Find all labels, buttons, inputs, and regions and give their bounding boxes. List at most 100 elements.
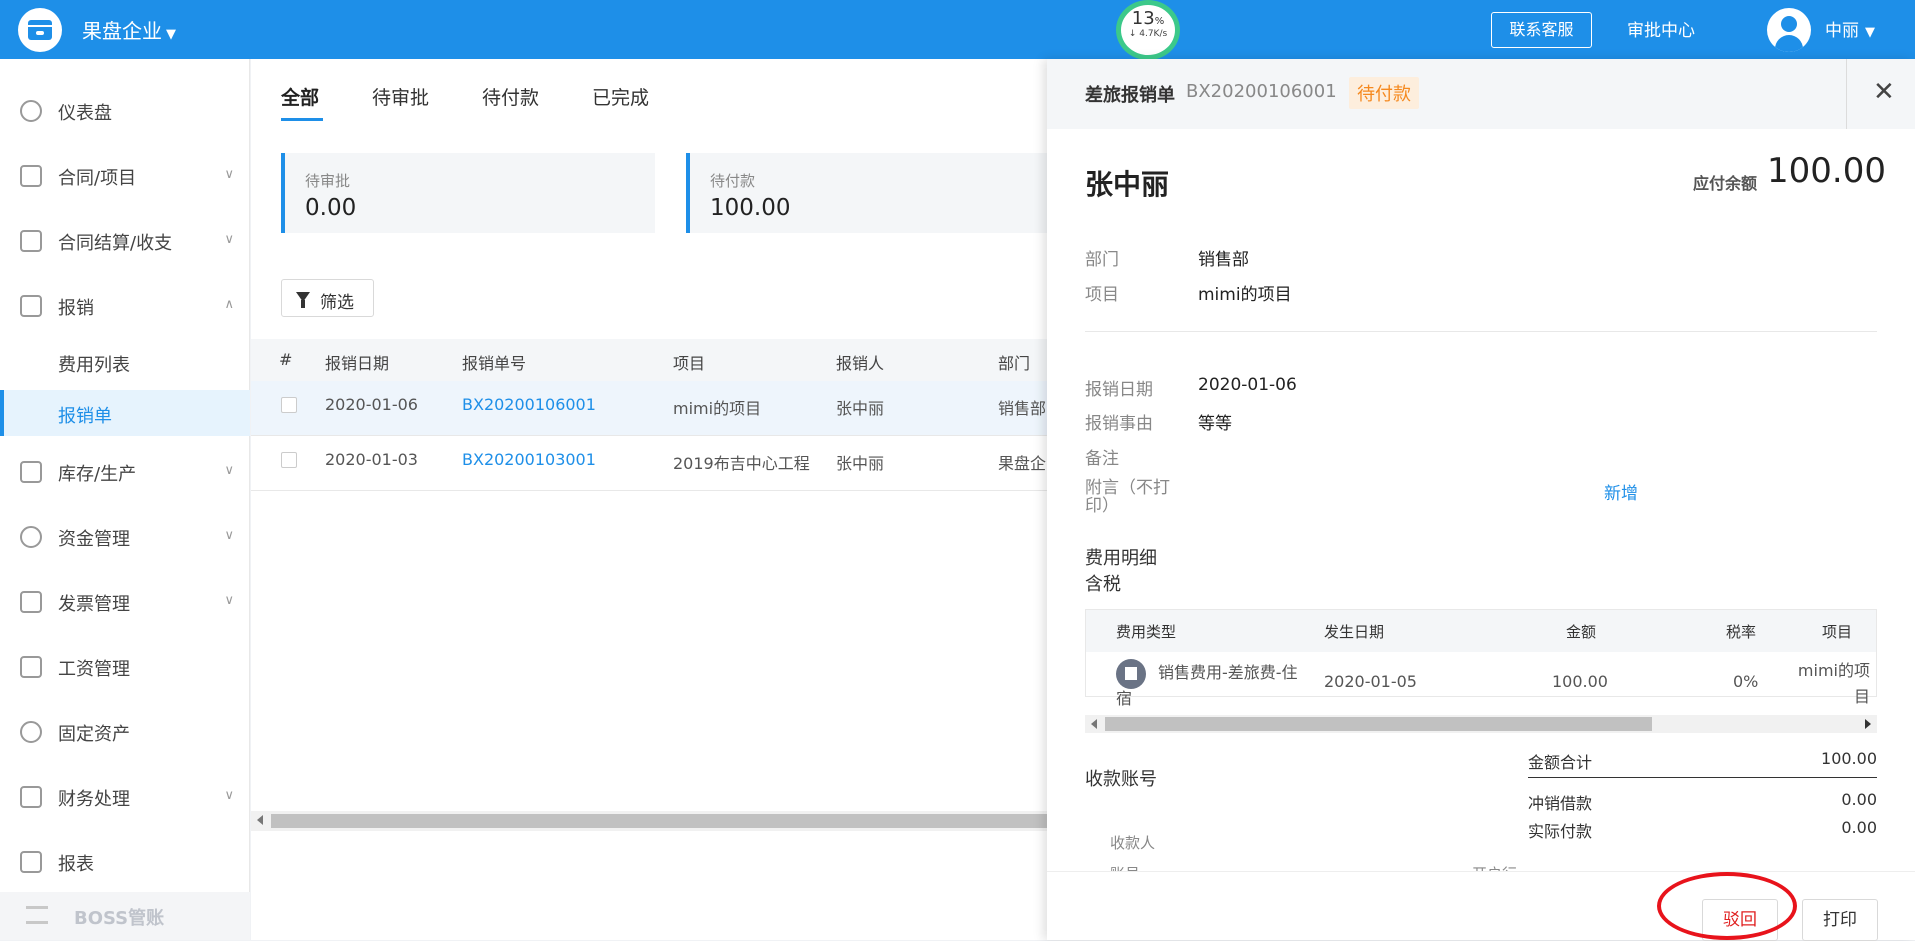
approval-center-link[interactable]: 审批中心	[1627, 16, 1695, 41]
row-checkbox[interactable]	[281, 452, 297, 468]
store-logo-icon[interactable]	[18, 8, 62, 52]
filter-button[interactable]: 筛选	[281, 279, 374, 317]
box-icon	[20, 461, 42, 483]
sidebar-item-label: 报销	[58, 298, 94, 319]
filter-icon	[296, 292, 310, 308]
column-header[interactable]: 部门	[998, 350, 1030, 374]
sidebar-item-dashboard[interactable]: 仪表盘	[0, 90, 250, 130]
summary-value: 0.00	[1841, 790, 1877, 809]
sidebar-item-reimburse[interactable]: 报销 ∧	[0, 285, 250, 325]
sidebar-item-label: 工资管理	[58, 659, 130, 680]
chevron-down-icon: ∨	[224, 528, 234, 543]
tab-pending-payment[interactable]: 待付款	[482, 83, 539, 110]
expense-section-title: 费用明细	[1085, 548, 1157, 569]
sidebar-item-invoice[interactable]: 发票管理 ∨	[0, 581, 250, 621]
sidebar-item-label: 报表	[58, 854, 94, 875]
expense-table-header: 费用类型 发生日期 金额 税率 项目	[1086, 610, 1876, 652]
user-menu[interactable]: 中丽 ▼	[1825, 16, 1875, 41]
tab-pending-approval[interactable]: 待审批	[372, 83, 429, 110]
network-percent: 13	[1131, 8, 1155, 29]
column-header[interactable]: 报销单号	[462, 350, 526, 374]
sidebar-item-settlement[interactable]: 合同结算/收支 ∨	[0, 220, 250, 260]
column-header: 发生日期	[1324, 623, 1385, 641]
expense-project: mimi的项目	[1797, 661, 1870, 706]
column-header[interactable]: 报销人	[836, 350, 884, 374]
account-number-label: 账号	[1110, 863, 1140, 871]
network-speed-widget[interactable]: 13% ↓ 4.7K/s	[1116, 0, 1180, 60]
sidebar-item-fixed-assets[interactable]: 固定资产	[0, 711, 250, 751]
collapse-menu-icon	[26, 906, 48, 924]
sidebar-item-label: 发票管理	[58, 594, 130, 615]
sidebar-item-label: 固定资产	[58, 724, 130, 745]
boss-label: BOSS管账	[74, 908, 165, 929]
contact-service-button[interactable]: 联系客服	[1491, 12, 1592, 48]
invoice-icon	[20, 591, 42, 613]
stat-value: 100.00	[710, 195, 791, 221]
print-button[interactable]: 打印	[1802, 899, 1878, 941]
add-note-link[interactable]: 新增	[1604, 479, 1638, 504]
sidebar-item-label: 合同/项目	[58, 168, 137, 189]
column-header: 项目	[1822, 623, 1853, 641]
salary-icon	[20, 656, 42, 678]
tab-all[interactable]: 全部	[281, 83, 319, 110]
summary-label: 实际付款	[1528, 822, 1593, 841]
company-switcher[interactable]: 果盘企业 ▼	[82, 15, 176, 44]
tab-completed[interactable]: 已完成	[592, 83, 649, 110]
row-dept: 销售部	[998, 399, 1047, 418]
coins-icon	[20, 526, 42, 548]
scroll-left-arrow-icon[interactable]	[1091, 719, 1097, 729]
chevron-down-icon: ∨	[224, 232, 234, 247]
expense-type: 销售费用-差旅费-住宿	[1116, 663, 1298, 708]
sidebar-item-salary[interactable]: 工资管理	[0, 646, 250, 686]
chevron-up-icon: ∧	[224, 297, 234, 312]
info-label: 项目	[1085, 285, 1119, 305]
sidebar-item-inventory[interactable]: 库存/生产 ∨	[0, 451, 250, 491]
detail-label: 报销日期	[1085, 380, 1153, 400]
row-date: 2020-01-03	[325, 450, 418, 469]
table-horizontal-scrollbar[interactable]	[251, 811, 1047, 831]
row-person: 张中丽	[836, 454, 885, 473]
drawer-header: 差旅报销单 BX20200106001 待付款 ✕	[1047, 59, 1915, 129]
expense-date: 2020-01-05	[1324, 672, 1417, 691]
sidebar-item-funds[interactable]: 资金管理 ∨	[0, 516, 250, 556]
applicant-name: 张中丽	[1085, 168, 1170, 201]
boss-account-button[interactable]: BOSS管账	[0, 892, 250, 940]
payee-label: 收款人	[1110, 834, 1156, 852]
sidebar-item-reports[interactable]: 报表	[0, 841, 250, 881]
row-number-link[interactable]: BX20200103001	[462, 450, 596, 469]
row-number-link[interactable]: BX20200106001	[462, 395, 596, 414]
stat-value: 0.00	[305, 195, 357, 221]
divider	[1085, 331, 1877, 332]
active-tab-indicator	[281, 118, 323, 121]
main-content: 全部 待审批 待付款 已完成 待审批 0.00 待付款 100.00 筛选 # …	[251, 59, 1060, 940]
chevron-down-icon: ∨	[224, 788, 234, 803]
sidebar-item-finance[interactable]: 财务处理 ∨	[0, 776, 250, 816]
stat-card-pending-payment: 待付款 100.00	[686, 153, 1060, 233]
row-checkbox[interactable]	[281, 397, 297, 413]
filter-label: 筛选	[320, 293, 354, 313]
close-icon[interactable]: ✕	[1873, 77, 1895, 107]
sidebar-subitem-expense-list[interactable]: 费用列表	[0, 339, 250, 385]
expense-table-scrollbar[interactable]	[1085, 715, 1877, 733]
scroll-left-arrow-icon[interactable]	[257, 815, 263, 825]
dashboard-icon	[20, 100, 42, 122]
header-divider	[1846, 59, 1847, 129]
chevron-down-icon: ∨	[224, 463, 234, 478]
sidebar-item-label: 资金管理	[58, 529, 130, 550]
drawer-form-number: BX20200106001	[1186, 81, 1337, 102]
sidebar-item-contracts[interactable]: 合同/项目 ∨	[0, 155, 250, 195]
table-row[interactable]: 2020-01-03 BX20200103001 2019布吉中心工程 张中丽 …	[251, 436, 1047, 491]
user-name: 中丽	[1825, 21, 1859, 41]
stat-title: 待审批	[305, 172, 351, 190]
column-header[interactable]: 报销日期	[325, 350, 389, 374]
tax-included-note: 含税	[1085, 574, 1121, 595]
avatar[interactable]	[1767, 8, 1811, 52]
sidebar-subitem-reimburse-form[interactable]: 报销单	[0, 390, 250, 436]
table-row[interactable]: 2020-01-06 BX20200106001 mimi的项目 张中丽 销售部	[251, 381, 1047, 436]
stat-card-pending-approval: 待审批 0.00	[281, 153, 655, 233]
column-header[interactable]: 项目	[673, 350, 705, 374]
scrollbar-thumb[interactable]	[1105, 717, 1652, 731]
scrollbar-thumb[interactable]	[271, 814, 1047, 828]
scroll-right-arrow-icon[interactable]	[1865, 719, 1871, 729]
bank-label: 开户行	[1472, 863, 1517, 871]
